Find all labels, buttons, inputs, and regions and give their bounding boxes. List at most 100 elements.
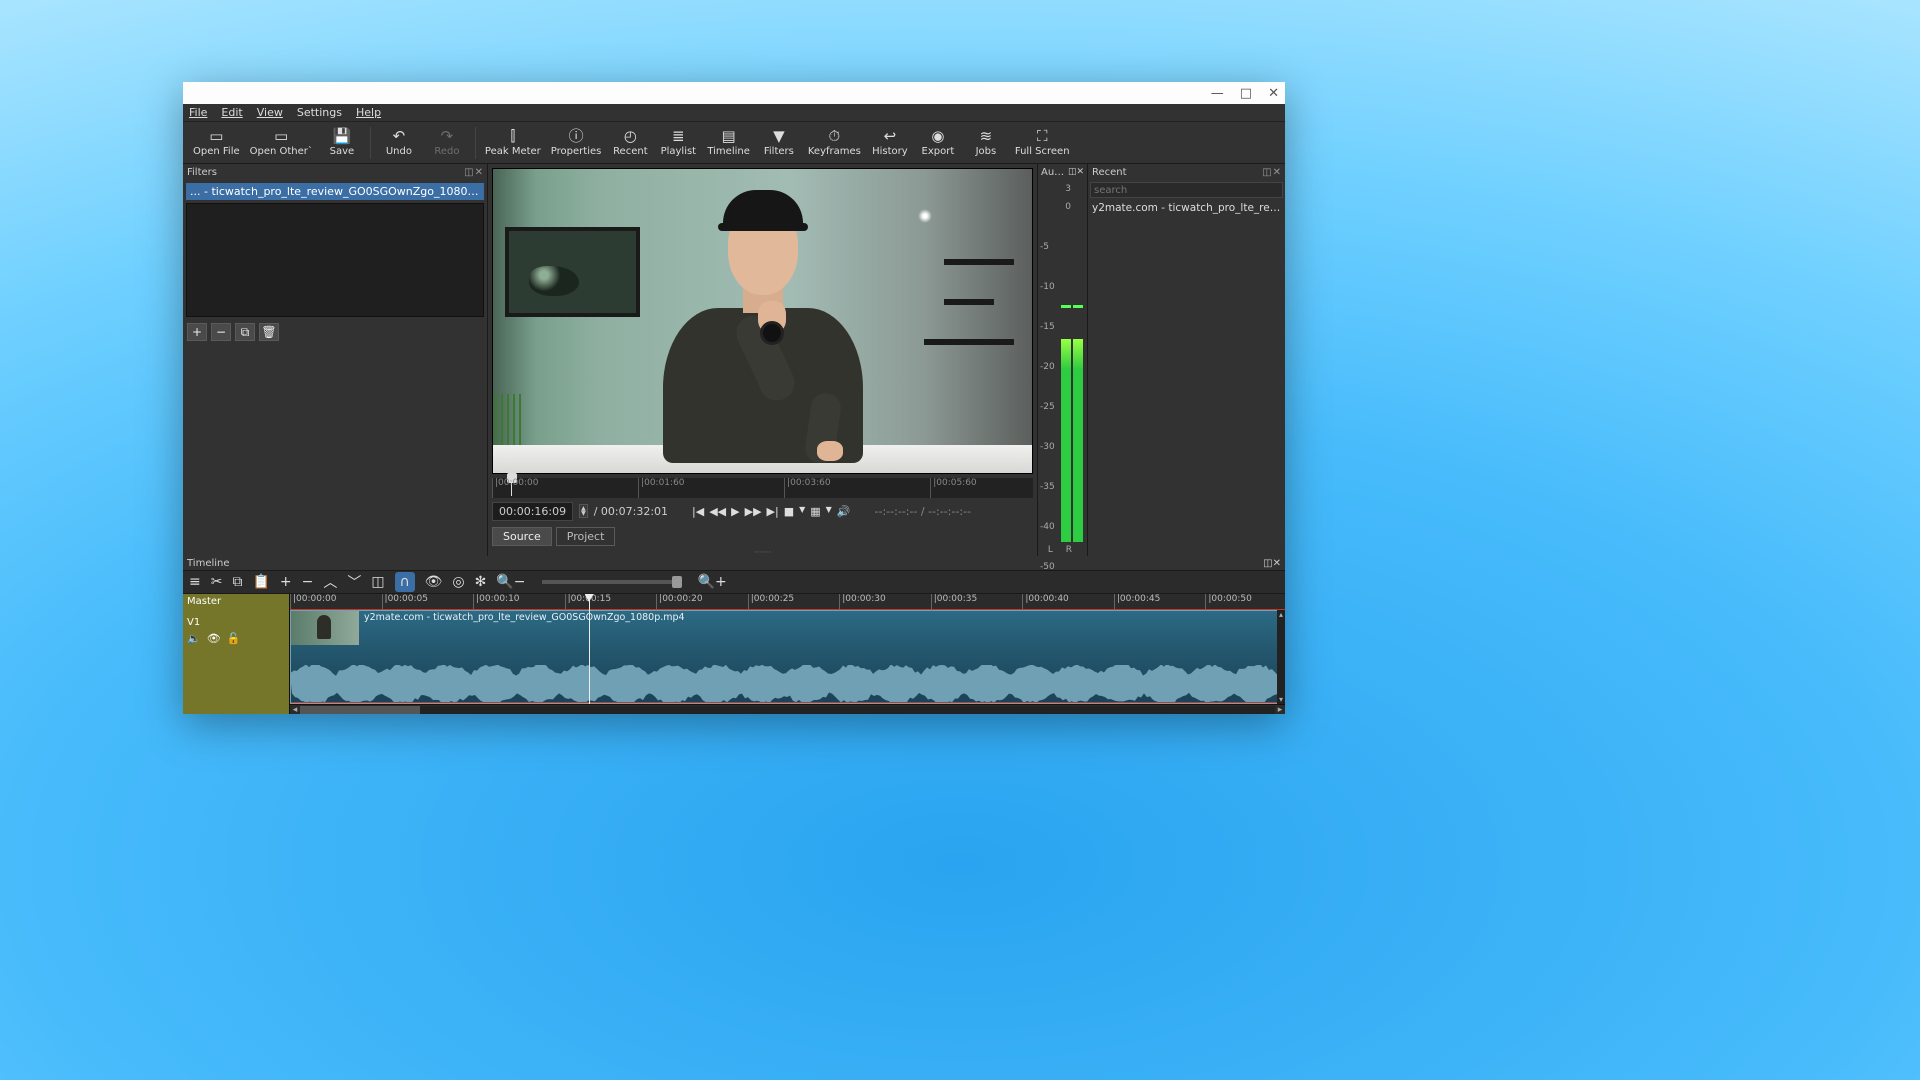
playlist-label: Playlist xyxy=(661,146,697,157)
meter-close-icon[interactable]: ✕ xyxy=(1076,167,1084,177)
timeline-lift-button[interactable]: ︿ xyxy=(323,572,337,592)
timeline-remove-button[interactable]: − xyxy=(302,574,314,590)
timeline-paste-button[interactable]: 📋 xyxy=(252,574,269,590)
recent-close-icon[interactable]: ✕ xyxy=(1273,167,1281,178)
timeline-split-button[interactable]: ◫ xyxy=(371,574,384,590)
timeline-close-icon[interactable]: ✕ xyxy=(1273,558,1281,569)
volume-button[interactable]: 🔊 xyxy=(837,505,851,518)
tab-project[interactable]: Project xyxy=(556,527,616,546)
panel-gripper[interactable]: ······ xyxy=(488,548,1037,556)
toolbar-redo[interactable]: ↷Redo xyxy=(424,123,470,163)
timeline-add-button[interactable]: + xyxy=(280,574,292,590)
timeline-zoom-out-button[interactable]: 🔍− xyxy=(496,574,525,590)
peak-meter-label: Peak Meter xyxy=(485,146,541,157)
timeline-ripple-all-button[interactable]: ✻ xyxy=(475,574,487,590)
track-mute-icon[interactable]: 🔈 xyxy=(187,632,201,645)
timeline-snap-button[interactable]: ∩ xyxy=(395,572,415,592)
filters-list[interactable] xyxy=(186,203,484,317)
timeline-hscrollbar[interactable]: ◂▸ xyxy=(290,704,1285,714)
open-other-icon: ▭ xyxy=(274,129,288,144)
audio-meter-panel: Au… ◫✕ L R 30-5-10-15-20-25-30-35-40-50 xyxy=(1037,164,1087,556)
timeline-track-label[interactable]: V1 xyxy=(183,615,289,630)
app-window: — □ ✕ File Edit View Settings Help ▭Open… xyxy=(183,82,1285,714)
recent-detach-icon[interactable]: ◫ xyxy=(1262,167,1271,178)
toolbar-jobs[interactable]: ≋Jobs xyxy=(963,123,1009,163)
titlebar: — □ ✕ xyxy=(183,82,1285,104)
timeline-cut-button[interactable]: ✂ xyxy=(211,574,223,590)
timeline-ripple-button[interactable]: ◎ xyxy=(452,574,464,590)
timeline-scrub-audio-button[interactable]: 👁 xyxy=(425,574,443,590)
toolbar-open-other[interactable]: ▭Open Other` xyxy=(246,123,317,163)
menu-edit[interactable]: Edit xyxy=(221,106,242,119)
recent-item[interactable]: y2mate.com - ticwatch_pro_lte_review_… xyxy=(1088,200,1285,216)
undo-icon: ↶ xyxy=(393,129,406,144)
play-button[interactable]: ▶ xyxy=(731,505,739,518)
track-hide-icon[interactable]: 👁 xyxy=(207,632,221,645)
save-label: Save xyxy=(330,146,355,157)
timeline-vscrollbar[interactable]: ▴▾ xyxy=(1277,610,1285,704)
filter-paste-button[interactable]: 🗑 xyxy=(259,323,279,341)
toolbar-filters[interactable]: ▼Filters xyxy=(756,123,802,163)
toolbar-peak-meter[interactable]: ⫿Peak Meter xyxy=(481,123,545,163)
stop-button[interactable]: ■ xyxy=(784,505,794,518)
grid-button[interactable]: ▦ xyxy=(810,505,820,518)
rewind-button[interactable]: ◀◀ xyxy=(709,505,726,518)
menu-view[interactable]: View xyxy=(257,106,283,119)
timeline-tracks-area[interactable]: |00:00:00|00:00:05|00:00:10|00:00:15|00:… xyxy=(289,594,1285,714)
timeline-panel-header: Timeline ◫✕ xyxy=(183,556,1285,570)
filter-remove-button[interactable]: − xyxy=(211,323,231,341)
track-lock-icon[interactable]: 🔓 xyxy=(227,632,241,645)
timeline-master-label[interactable]: Master xyxy=(183,594,289,609)
toolbar-history[interactable]: ↩History xyxy=(867,123,913,163)
filters-source-name[interactable]: ... - ticwatch_pro_lte_review_GO0SGOwnZg… xyxy=(186,183,484,200)
video-preview[interactable] xyxy=(492,168,1033,474)
toolbar-playlist[interactable]: ≣Playlist xyxy=(655,123,701,163)
timecode-spinner[interactable]: ▲▼ xyxy=(579,504,588,518)
fast-forward-button[interactable]: ▶▶ xyxy=(745,505,762,518)
filters-detach-icon[interactable]: ◫ xyxy=(464,167,473,178)
meter-scale-value: 3 xyxy=(1065,184,1071,194)
tab-source[interactable]: Source xyxy=(492,527,552,546)
skip-end-button[interactable]: ▶| xyxy=(767,505,779,518)
scrub-tick: |00:00:00 xyxy=(492,478,538,498)
timeline-menu-button[interactable]: ≡ xyxy=(189,574,201,590)
timeline-zoom-in-button[interactable]: 🔍+ xyxy=(698,574,727,590)
close-button[interactable]: ✕ xyxy=(1268,86,1279,101)
timeline-copy-button[interactable]: ⧉ xyxy=(232,574,242,590)
toolbar-undo[interactable]: ↶Undo xyxy=(376,123,422,163)
meter-scale-value: -20 xyxy=(1040,362,1055,372)
filters-close-icon[interactable]: ✕ xyxy=(475,167,483,178)
timeline-zoom-slider[interactable] xyxy=(542,580,682,584)
menu-settings[interactable]: Settings xyxy=(297,106,342,119)
timeline-ruler[interactable]: |00:00:00|00:00:05|00:00:10|00:00:15|00:… xyxy=(290,594,1285,610)
menu-file[interactable]: File xyxy=(189,106,207,119)
toolbar-save[interactable]: 💾Save xyxy=(319,123,365,163)
toolbar-properties[interactable]: ⓘProperties xyxy=(547,123,606,163)
filter-copy-button[interactable]: ⧉ xyxy=(235,323,255,341)
timeline-overwrite-button[interactable]: ﹀ xyxy=(347,572,361,592)
timeline-playhead[interactable] xyxy=(589,594,590,704)
filter-add-button[interactable]: + xyxy=(187,323,207,341)
maximize-button[interactable]: □ xyxy=(1240,86,1252,101)
timeline-detach-icon[interactable]: ◫ xyxy=(1263,558,1272,569)
toolbar-open-file[interactable]: ▭Open File xyxy=(189,123,244,163)
history-icon: ↩ xyxy=(884,129,897,144)
skip-start-button[interactable]: |◀ xyxy=(692,505,704,518)
toolbar-keyframes[interactable]: ⏱Keyframes xyxy=(804,123,865,163)
preview-scrub-bar[interactable]: |00:00:00|00:01:60|00:03:60|00:05:60 xyxy=(492,478,1033,498)
clip-thumbnail xyxy=(291,611,359,645)
timeline-clip[interactable]: y2mate.com - ticwatch_pro_lte_review_GO0… xyxy=(290,610,1285,704)
menu-help[interactable]: Help xyxy=(356,106,381,119)
timecode-current[interactable]: 00:00:16:09 xyxy=(492,502,573,521)
toolbar-export[interactable]: ◉Export xyxy=(915,123,961,163)
ruler-tick: |00:00:40 xyxy=(1022,594,1068,609)
timeline-icon: ▤ xyxy=(722,129,736,144)
minimize-button[interactable]: — xyxy=(1211,86,1224,101)
recent-search-input[interactable] xyxy=(1090,182,1283,198)
meter-scale-value: -5 xyxy=(1040,242,1049,252)
toolbar-recent[interactable]: ◴Recent xyxy=(607,123,653,163)
filters-icon: ▼ xyxy=(773,129,785,144)
toolbar-full-screen[interactable]: ⛶Full Screen xyxy=(1011,123,1074,163)
toolbar-timeline[interactable]: ▤Timeline xyxy=(703,123,754,163)
meter-lr-label: L R xyxy=(1038,545,1087,555)
